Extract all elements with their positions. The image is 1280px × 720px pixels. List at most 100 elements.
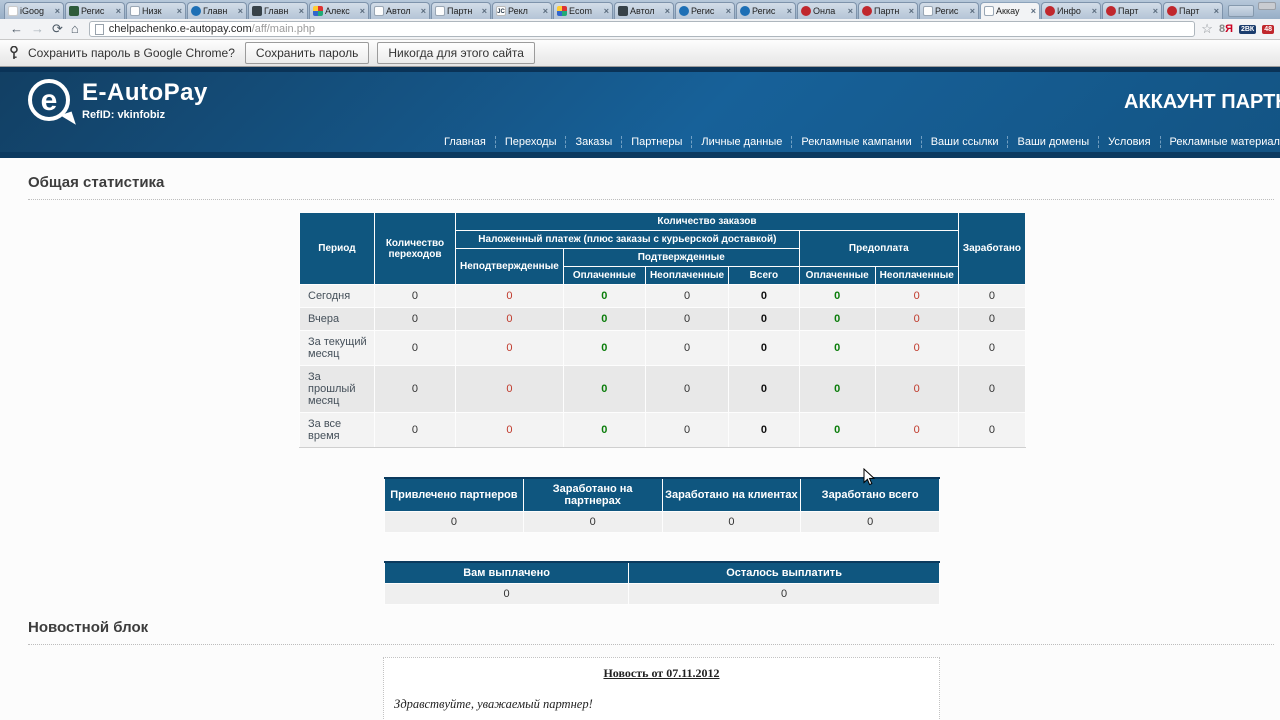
nav-item-партнеры[interactable]: Партнеры <box>622 136 693 148</box>
stats-value: 0 <box>957 330 1027 366</box>
tab-close-icon[interactable]: × <box>482 6 487 16</box>
stats-row-label: Вчера <box>299 307 375 331</box>
tab-close-icon[interactable]: × <box>1031 6 1036 16</box>
browser-tab[interactable]: Регис × <box>675 2 735 19</box>
page-favicon-icon <box>130 6 140 16</box>
tab-close-icon[interactable]: × <box>421 6 426 16</box>
browser-tab[interactable]: Партн × <box>858 2 918 19</box>
new-tab-button[interactable] <box>1228 5 1254 17</box>
col-clicks: Количество переходов <box>373 212 457 285</box>
stats-value: 0 <box>562 330 646 366</box>
tab-close-icon[interactable]: × <box>543 6 548 16</box>
browser-tab[interactable]: Аккау × <box>980 2 1040 19</box>
browser-tab[interactable]: Онла × <box>797 2 857 19</box>
refid-label: RefID: vkinfobiz <box>82 109 166 121</box>
browser-tab[interactable]: Регис × <box>65 2 125 19</box>
tab-close-icon[interactable]: × <box>970 6 975 16</box>
browser-tab[interactable]: Автол × <box>614 2 674 19</box>
browser-tab[interactable]: Инфо × <box>1041 2 1101 19</box>
eautopay-logo[interactable]: e E-AutoPay RefID: vkinfobiz <box>28 79 208 129</box>
browser-tab[interactable]: Парт × <box>1102 2 1162 19</box>
browser-tab[interactable]: Автол × <box>370 2 430 19</box>
tab-close-icon[interactable]: × <box>604 6 609 16</box>
summary-value: 0 <box>800 511 940 533</box>
page-favicon-icon <box>984 6 994 16</box>
browser-tab[interactable]: Алекс × <box>309 2 369 19</box>
nav-item-рекламные-кампании[interactable]: Рекламные кампании <box>792 136 922 148</box>
nav-item-заказы[interactable]: Заказы <box>566 136 623 148</box>
news-title-link[interactable]: Новость от 07.11.2012 <box>394 666 929 681</box>
summary-col-header: Заработано на партнерах <box>522 477 663 512</box>
stats-value: 0 <box>728 330 800 366</box>
tab-close-icon[interactable]: × <box>299 6 304 16</box>
tab-close-icon[interactable]: × <box>238 6 243 16</box>
brand-name: E-AutoPay <box>82 79 208 106</box>
nav-item-рекламные-материалы[interactable]: Рекламные материалы <box>1161 136 1280 148</box>
stats-value: 0 <box>798 307 876 331</box>
forward-button[interactable]: → <box>31 20 44 38</box>
tab-close-icon[interactable]: × <box>360 6 365 16</box>
yandex-extension-icon[interactable]: 8Я <box>1219 23 1233 35</box>
tab-close-icon[interactable]: × <box>909 6 914 16</box>
browser-tab[interactable]: Регис × <box>919 2 979 19</box>
tab-close-icon[interactable]: × <box>848 6 853 16</box>
col-prepay-group: Предоплата <box>798 230 959 267</box>
stats-row: За все время 0 0 0 0 0 0 0 0 <box>299 412 1027 448</box>
nav-item-ваши-домены[interactable]: Ваши домены <box>1008 136 1100 148</box>
browser-toolbar: ← → ⟳ ⌂ chelpachenko.e-autopay.com /aff/… <box>0 19 1280 40</box>
stats-value: 0 <box>455 412 564 448</box>
logo-hand-icon <box>60 111 76 129</box>
yandex-ext-red: Я <box>1225 23 1233 35</box>
nav-item-главная[interactable]: Главная <box>435 136 496 148</box>
browser-tab[interactable]: Главн × <box>248 2 308 19</box>
browser-tab[interactable]: Парт × <box>1163 2 1223 19</box>
browser-tab[interactable]: Партн × <box>431 2 491 19</box>
tab-close-icon[interactable]: × <box>116 6 121 16</box>
never-for-site-button[interactable]: Никогда для этого сайта <box>377 42 535 64</box>
window-minimize-button[interactable] <box>1258 2 1276 10</box>
browser-tab[interactable]: Регис × <box>736 2 796 19</box>
tab-title: Парт <box>1179 6 1200 16</box>
browser-tab[interactable]: JC Рекл × <box>492 2 552 19</box>
tab-title: Регис <box>935 6 959 16</box>
tab-close-icon[interactable]: × <box>177 6 182 16</box>
stats-value: 0 <box>798 412 876 448</box>
vk-extension-icon[interactable]: 2ВК <box>1238 24 1257 34</box>
tab-close-icon[interactable]: × <box>1153 6 1158 16</box>
reload-button[interactable]: ⟳ <box>52 20 63 38</box>
tab-close-icon[interactable]: × <box>726 6 731 16</box>
tab-close-icon[interactable]: × <box>787 6 792 16</box>
window-controls[interactable] <box>1258 2 1276 10</box>
browser-tab[interactable]: Ecom × <box>553 2 613 19</box>
home-button[interactable]: ⌂ <box>71 20 79 38</box>
bookmark-star-icon[interactable]: ☆ <box>1201 21 1213 37</box>
col-confirmed-group: Подтвержденные <box>562 248 800 267</box>
tab-close-icon[interactable]: × <box>1214 6 1219 16</box>
general-stats-table: Период Количество переходов Количество з… <box>299 212 1027 448</box>
tab-title: Регис <box>691 6 715 16</box>
grid-favicon-icon <box>313 6 323 16</box>
tab-close-icon[interactable]: × <box>55 6 60 16</box>
save-password-button[interactable]: Сохранить пароль <box>244 42 370 64</box>
nav-item-личные-данные[interactable]: Личные данные <box>692 136 793 148</box>
address-bar[interactable]: chelpachenko.e-autopay.com /aff/main.php <box>88 21 1196 37</box>
stats-section-title: Общая статистика <box>28 158 1274 200</box>
grid-favicon-icon <box>557 6 567 16</box>
summary-value: 0 <box>661 511 802 533</box>
adblock-extension-icon[interactable]: 48 <box>1262 24 1274 34</box>
tab-close-icon[interactable]: × <box>1092 6 1097 16</box>
stats-value: 0 <box>562 307 646 331</box>
stats-value: 0 <box>373 365 457 413</box>
page-content: Общая статистика Период Количество перех… <box>0 158 1280 720</box>
back-button[interactable]: ← <box>10 20 23 38</box>
red-favicon-icon <box>1167 6 1177 16</box>
nav-item-условия[interactable]: Условия <box>1099 136 1161 148</box>
browser-tab[interactable]: Низк × <box>126 2 186 19</box>
stats-value: 0 <box>798 284 876 308</box>
tab-title: Онла <box>813 6 836 16</box>
nav-item-ваши-ссылки[interactable]: Ваши ссылки <box>922 136 1009 148</box>
nav-item-переходы[interactable]: Переходы <box>496 136 567 148</box>
browser-tab[interactable]: Главн × <box>187 2 247 19</box>
tab-close-icon[interactable]: × <box>665 6 670 16</box>
browser-tab[interactable]: iGoog × <box>4 2 64 19</box>
